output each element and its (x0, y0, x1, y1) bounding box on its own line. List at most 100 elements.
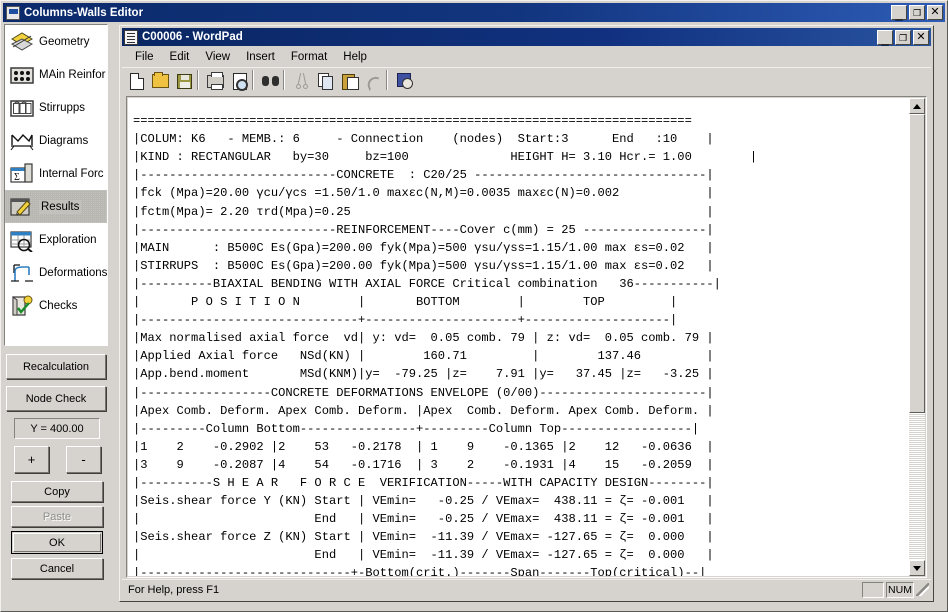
results-icon-svg (10, 197, 31, 216)
menu-view[interactable]: View (197, 49, 238, 65)
scroll-down-button[interactable] (909, 560, 925, 576)
checks-icon-svg (12, 295, 33, 316)
document-icon (124, 29, 138, 45)
print-preview-button[interactable] (228, 70, 251, 92)
geometry-icon-svg (10, 31, 34, 51)
wordpad-maximize-button[interactable]: ❐ (895, 29, 911, 45)
wordpad-close-button[interactable]: ✕ (913, 29, 929, 45)
wordpad-window-controls: _ ❐ ✕ (877, 29, 929, 46)
status-num-indicator: NUM (886, 581, 914, 598)
date-time-icon (396, 73, 413, 89)
app-maximize-button[interactable]: ❐ (909, 5, 925, 20)
date-time-button[interactable] (393, 70, 416, 92)
recalculation-button[interactable]: Recalculation (6, 354, 106, 379)
wordpad-menubar: File Edit View Insert Format Help (122, 47, 931, 66)
app-titlebar[interactable]: Columns-Walls Editor _ ❐ ✕ (3, 3, 945, 22)
wordpad-titlebar[interactable]: C00006 - WordPad _ ❐ ✕ (122, 28, 931, 46)
save-button[interactable] (173, 70, 196, 92)
wordpad-statusbar: For Help, press F1 NUM (122, 579, 931, 599)
diagrams-icon-svg (10, 133, 34, 150)
wordpad-vertical-scrollbar[interactable] (909, 98, 925, 576)
sidebar-item-geometry[interactable]: Geometry (5, 25, 107, 58)
menu-file[interactable]: File (127, 49, 162, 65)
app-close-button[interactable]: ✕ (927, 5, 943, 20)
find-button[interactable] (259, 70, 282, 92)
save-icon (177, 73, 192, 89)
sidebar-item-label: MAin Reinfor (39, 68, 106, 81)
find-icon (262, 74, 279, 88)
chevron-down-icon (913, 565, 921, 571)
columns-walls-editor-window: Columns-Walls Editor _ ❐ ✕ Geometry MAin… (0, 0, 948, 612)
node-check-button[interactable]: Node Check (6, 386, 106, 411)
print-preview-icon (232, 72, 248, 91)
main-reinforcement-icon (9, 63, 35, 87)
wordpad-window: C00006 - WordPad _ ❐ ✕ File Edit View In… (119, 25, 934, 602)
deformations-icon (9, 261, 35, 285)
scroll-track[interactable] (909, 114, 925, 560)
cut-icon (295, 73, 309, 89)
scroll-up-button[interactable] (909, 98, 925, 114)
wordpad-minimize-button[interactable]: _ (877, 29, 893, 46)
new-icon (129, 72, 144, 90)
sidebar-item-label: Diagrams (39, 134, 89, 147)
app-title: Columns-Walls Editor (24, 6, 144, 19)
y-value-field[interactable]: Y = 400.00 (14, 418, 100, 439)
menu-help[interactable]: Help (335, 49, 375, 65)
cancel-button[interactable]: Cancel (11, 558, 103, 579)
sidebar-item-deformations[interactable]: Deformations (5, 256, 107, 289)
chevron-up-icon (913, 103, 921, 109)
sidebar-item-label: Deformations (39, 266, 108, 279)
menu-format[interactable]: Format (283, 49, 335, 65)
sidebar-item-label: Stirrupps (39, 101, 86, 114)
print-button[interactable] (204, 70, 227, 92)
status-blank-field (862, 581, 884, 598)
sidebar-nav-list: Geometry MAin Reinfor Stirrupps Diagrams… (4, 24, 108, 346)
scroll-thumb[interactable] (909, 114, 925, 413)
paste-toolbar-button[interactable] (338, 70, 361, 92)
stirrups-icon-svg (10, 99, 34, 117)
sidebar-item-label: Exploration (39, 233, 97, 246)
sidebar-item-internal-forces[interactable]: Σ Internal Forc (5, 157, 107, 190)
app-minimize-button[interactable]: _ (891, 5, 907, 20)
app-maximize-glyph: ❐ (912, 8, 922, 18)
sidebar-item-checks[interactable]: Checks (5, 289, 107, 322)
y-value-text: Y = 400.00 (30, 422, 84, 435)
sidebar-item-exploration[interactable]: Exploration (5, 223, 107, 256)
deformations-icon-svg (11, 263, 33, 282)
exploration-icon (9, 228, 35, 253)
decrement-button[interactable]: - (66, 446, 101, 473)
open-icon (152, 72, 169, 88)
sidebar-item-label: Checks (39, 299, 78, 312)
wordpad-maximize-glyph: ❐ (898, 32, 908, 43)
menu-edit[interactable]: Edit (162, 49, 198, 65)
app-window-controls: _ ❐ ✕ (891, 5, 943, 20)
new-button[interactable] (125, 70, 148, 92)
checks-icon (9, 294, 35, 318)
main-reinforcement-icon-svg (10, 66, 34, 84)
ok-button[interactable]: OK (11, 531, 103, 554)
copy-button[interactable]: Copy (11, 481, 103, 502)
copy-toolbar-button[interactable] (314, 70, 337, 92)
paste-button: Paste (11, 506, 103, 527)
wordpad-document-canvas[interactable]: ========================================… (128, 98, 909, 576)
open-button[interactable] (149, 70, 172, 92)
sidebar-item-label: Internal Forc (39, 167, 104, 180)
increment-button[interactable]: + (14, 446, 49, 473)
svg-text:Σ: Σ (14, 172, 20, 183)
sidebar-item-label: Geometry (39, 35, 90, 48)
app-close-glyph: ✕ (930, 6, 940, 18)
wordpad-minimize-glyph: _ (881, 30, 889, 46)
app-minimize-glyph: _ (895, 6, 903, 21)
sidebar-item-results[interactable]: Results (5, 190, 107, 223)
cancel-label: Cancel (39, 562, 75, 575)
resize-grip-icon[interactable] (916, 583, 929, 596)
sidebar-item-diagrams[interactable]: Diagrams (5, 124, 107, 157)
exploration-icon-svg (10, 230, 33, 253)
sidebar-item-main-reinforcement[interactable]: MAin Reinfor (5, 58, 107, 91)
wordpad-document-text[interactable]: ========================================… (133, 112, 757, 576)
menu-insert[interactable]: Insert (238, 49, 283, 65)
stirrups-icon (9, 96, 35, 120)
sidebar-item-stirrups[interactable]: Stirrupps (5, 91, 107, 124)
sidebar-item-label: Results (39, 199, 82, 214)
app-window-icon (6, 5, 20, 20)
